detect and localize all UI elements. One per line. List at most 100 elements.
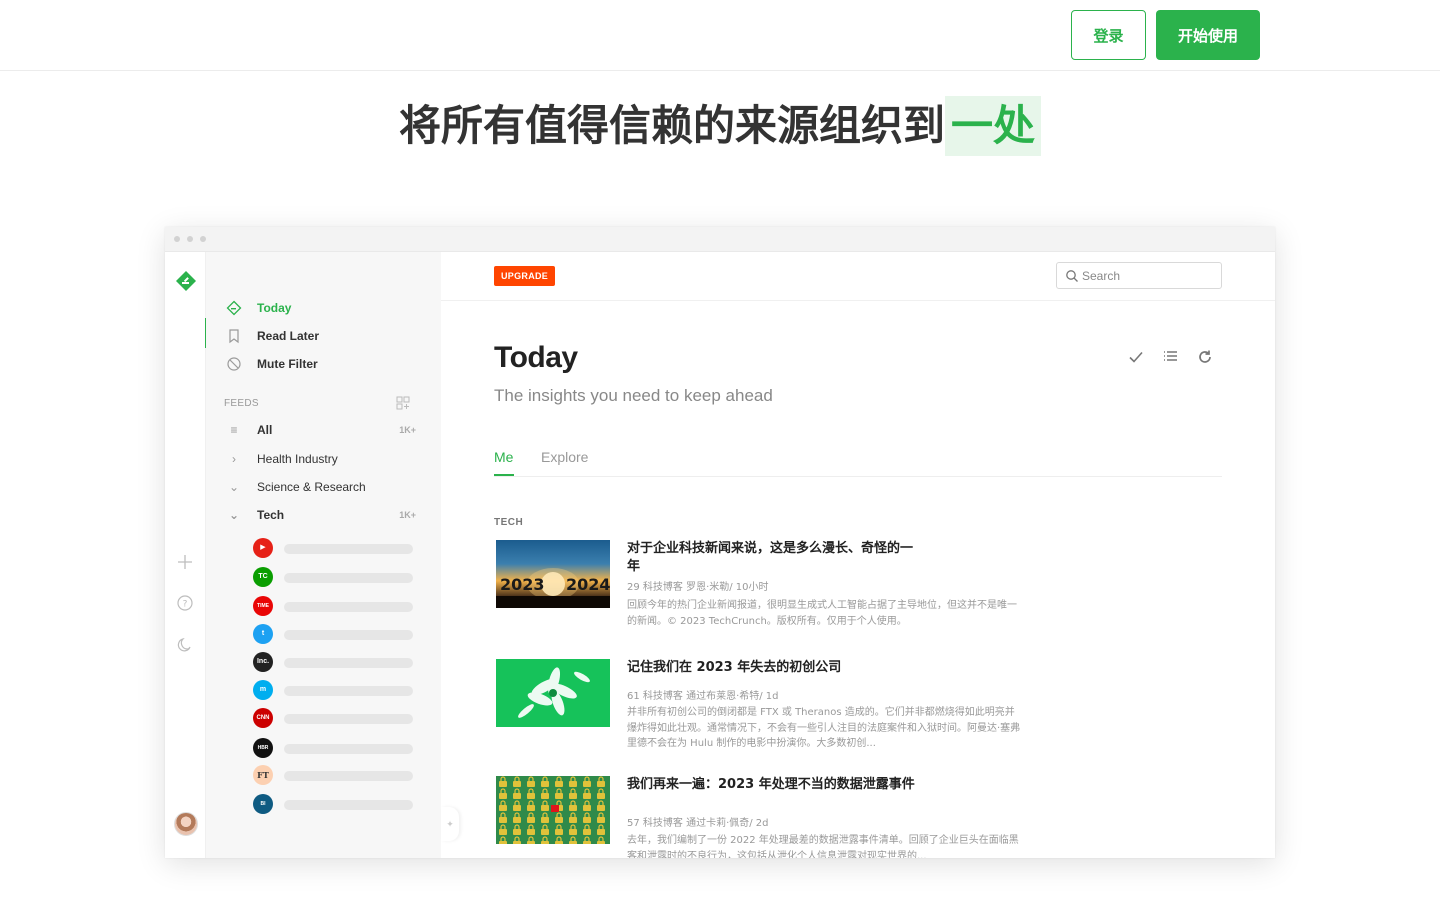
article-excerpt: 去年，我们编制了一份 2022 年处理最差的数据泄露事件清单。回顾了企业巨头在面… bbox=[627, 835, 1019, 858]
feeds-sidebar: Today Read Later Mute Filter FEEDS ≡ All… bbox=[206, 252, 441, 858]
source-item-cnn[interactable]: CNN bbox=[253, 708, 413, 730]
twitter-icon: t bbox=[253, 624, 273, 644]
section-label: TECH bbox=[494, 517, 524, 528]
tab-divider bbox=[494, 476, 1222, 477]
article-item[interactable]: 记住我们在 2023 年失去的初创公司 61 科技博客 通过布莱恩·希特/ 1d… bbox=[494, 659, 1034, 749]
pin-sidebar-icon[interactable]: ✦ bbox=[441, 807, 459, 841]
thumb-year-right: 2024 bbox=[566, 575, 610, 594]
help-icon[interactable]: ? bbox=[176, 594, 194, 612]
window-dot bbox=[187, 236, 193, 242]
user-avatar[interactable] bbox=[174, 812, 198, 836]
chevron-down-icon: ⌄ bbox=[228, 480, 240, 494]
window-dot bbox=[200, 236, 206, 242]
feeds-heading: FEEDS bbox=[224, 398, 259, 409]
article-title[interactable]: 我们再来一遍：2023 年处理不当的数据泄露事件 bbox=[627, 776, 917, 794]
tab-explore[interactable]: Explore bbox=[541, 449, 588, 465]
mute-icon bbox=[226, 356, 242, 372]
source-placeholder bbox=[284, 544, 413, 554]
list-icon: ≡ bbox=[230, 423, 238, 437]
cnn-icon: CNN bbox=[253, 708, 273, 728]
feed-all[interactable]: ≡ All 1K+ bbox=[226, 419, 416, 441]
youtube-icon: ▶ bbox=[253, 538, 273, 558]
bookmark-icon bbox=[226, 328, 242, 344]
feed-label: All bbox=[257, 423, 273, 437]
article-item[interactable]: 我们再来一遍：2023 年处理不当的数据泄露事件 57 科技博客 通过卡莉·佩奇… bbox=[494, 776, 1034, 858]
feed-tech[interactable]: ⌄ Tech 1K+ bbox=[226, 504, 416, 526]
refresh-icon[interactable] bbox=[1195, 348, 1215, 368]
dark-mode-icon[interactable] bbox=[176, 635, 194, 653]
get-started-button[interactable]: 开始使用 bbox=[1156, 10, 1260, 60]
source-placeholder bbox=[284, 658, 413, 668]
sidebar-item-read-later[interactable]: Read Later bbox=[226, 325, 319, 347]
techcrunch-icon: TC bbox=[253, 567, 273, 587]
window-titlebar bbox=[165, 227, 1275, 252]
window-dot bbox=[174, 236, 180, 242]
source-item-techcrunch[interactable]: TC bbox=[253, 567, 413, 589]
sidebar-item-today[interactable]: Today bbox=[226, 297, 291, 319]
top-bar: 登录 开始使用 bbox=[0, 0, 1440, 71]
left-rail: ? bbox=[165, 252, 207, 858]
source-item-inc[interactable]: Inc. bbox=[253, 652, 413, 674]
feed-label: Science & Research bbox=[257, 480, 366, 494]
login-button[interactable]: 登录 bbox=[1071, 10, 1146, 60]
business-insider-icon: BI bbox=[253, 794, 273, 814]
feedly-logo-icon[interactable] bbox=[175, 270, 197, 292]
chevron-right-icon: › bbox=[232, 452, 236, 466]
source-placeholder bbox=[284, 573, 413, 583]
sidebar-item-label: Read Later bbox=[257, 329, 320, 343]
mashable-icon: m bbox=[253, 680, 273, 700]
source-placeholder bbox=[284, 771, 413, 781]
page-title: Today bbox=[494, 341, 578, 374]
hero-text: 将所有值得信赖的来源组织到 bbox=[398, 101, 945, 150]
add-icon[interactable] bbox=[176, 553, 194, 571]
feed-label: Tech bbox=[257, 508, 285, 522]
article-meta: 29 科技博客 罗恩·米勒/ 10小时 bbox=[627, 582, 769, 593]
source-item-business-insider[interactable]: BI bbox=[253, 794, 413, 816]
article-thumbnail: 2023 2024 bbox=[496, 540, 610, 608]
source-item-ft[interactable]: FT bbox=[253, 765, 413, 787]
organize-feeds-icon[interactable] bbox=[396, 396, 410, 410]
hero-heading: 将所有值得信赖的来源组织到 一处 bbox=[0, 96, 1440, 156]
feed-count: 1K+ bbox=[399, 425, 416, 435]
article-item[interactable]: 2023 2024 对于企业科技新闻来说，这是多么漫长、奇怪的一年 29 科技博… bbox=[494, 540, 1034, 630]
source-placeholder bbox=[284, 714, 413, 724]
hero-highlight: 一处 bbox=[945, 96, 1042, 156]
app-window-preview: ? Today Read Later Mute Filter FEEDS ≡ A… bbox=[165, 227, 1275, 858]
today-icon bbox=[226, 300, 242, 316]
search-box[interactable] bbox=[1056, 262, 1222, 289]
time-icon: TIME bbox=[253, 596, 273, 616]
source-item-youtube[interactable]: ▶ bbox=[253, 538, 413, 560]
list-view-icon[interactable] bbox=[1160, 348, 1180, 368]
upgrade-button[interactable]: UPGRADE bbox=[494, 266, 556, 286]
article-thumbnail bbox=[496, 659, 610, 727]
article-title[interactable]: 记住我们在 2023 年失去的初创公司 bbox=[627, 659, 917, 677]
sidebar-item-mute-filter[interactable]: Mute Filter bbox=[226, 353, 318, 375]
source-item-time[interactable]: TIME bbox=[253, 596, 413, 618]
mark-all-read-icon[interactable] bbox=[1126, 348, 1146, 368]
search-input[interactable] bbox=[1082, 268, 1202, 283]
sidebar-item-label: Mute Filter bbox=[257, 357, 318, 371]
source-placeholder bbox=[284, 602, 413, 612]
feed-label: Health Industry bbox=[257, 452, 338, 466]
source-item-twitter[interactable]: t bbox=[253, 624, 413, 646]
thumb-year-left: 2023 bbox=[500, 575, 545, 594]
feed-health-industry[interactable]: › Health Industry bbox=[226, 448, 416, 470]
source-item-hbr[interactable]: HBR bbox=[253, 738, 413, 760]
article-meta: 61 科技博客 通过布莱恩·希特/ 1d bbox=[627, 691, 779, 702]
search-icon bbox=[1066, 269, 1078, 282]
article-title[interactable]: 对于企业科技新闻来说，这是多么漫长、奇怪的一年 bbox=[627, 540, 917, 576]
source-placeholder bbox=[284, 630, 413, 640]
article-thumbnail bbox=[496, 776, 610, 844]
feed-science-research[interactable]: ⌄ Science & Research bbox=[226, 476, 416, 498]
chevron-down-icon: ⌄ bbox=[228, 508, 240, 522]
main-toolbar: UPGRADE bbox=[441, 252, 1275, 301]
tab-active-indicator bbox=[494, 474, 514, 476]
inc-icon: Inc. bbox=[253, 652, 273, 672]
source-placeholder bbox=[284, 686, 413, 696]
svg-text:?: ? bbox=[183, 600, 188, 610]
tab-me[interactable]: Me bbox=[494, 449, 513, 465]
source-placeholder bbox=[284, 800, 413, 810]
article-excerpt: 并非所有初创公司的倒闭都是 FTX 或 Theranos 造成的。它们并非都燃烧… bbox=[627, 707, 1021, 749]
main-content: UPGRADE Today The insights you need to k… bbox=[441, 252, 1275, 858]
source-item-mashable[interactable]: m bbox=[253, 680, 413, 702]
